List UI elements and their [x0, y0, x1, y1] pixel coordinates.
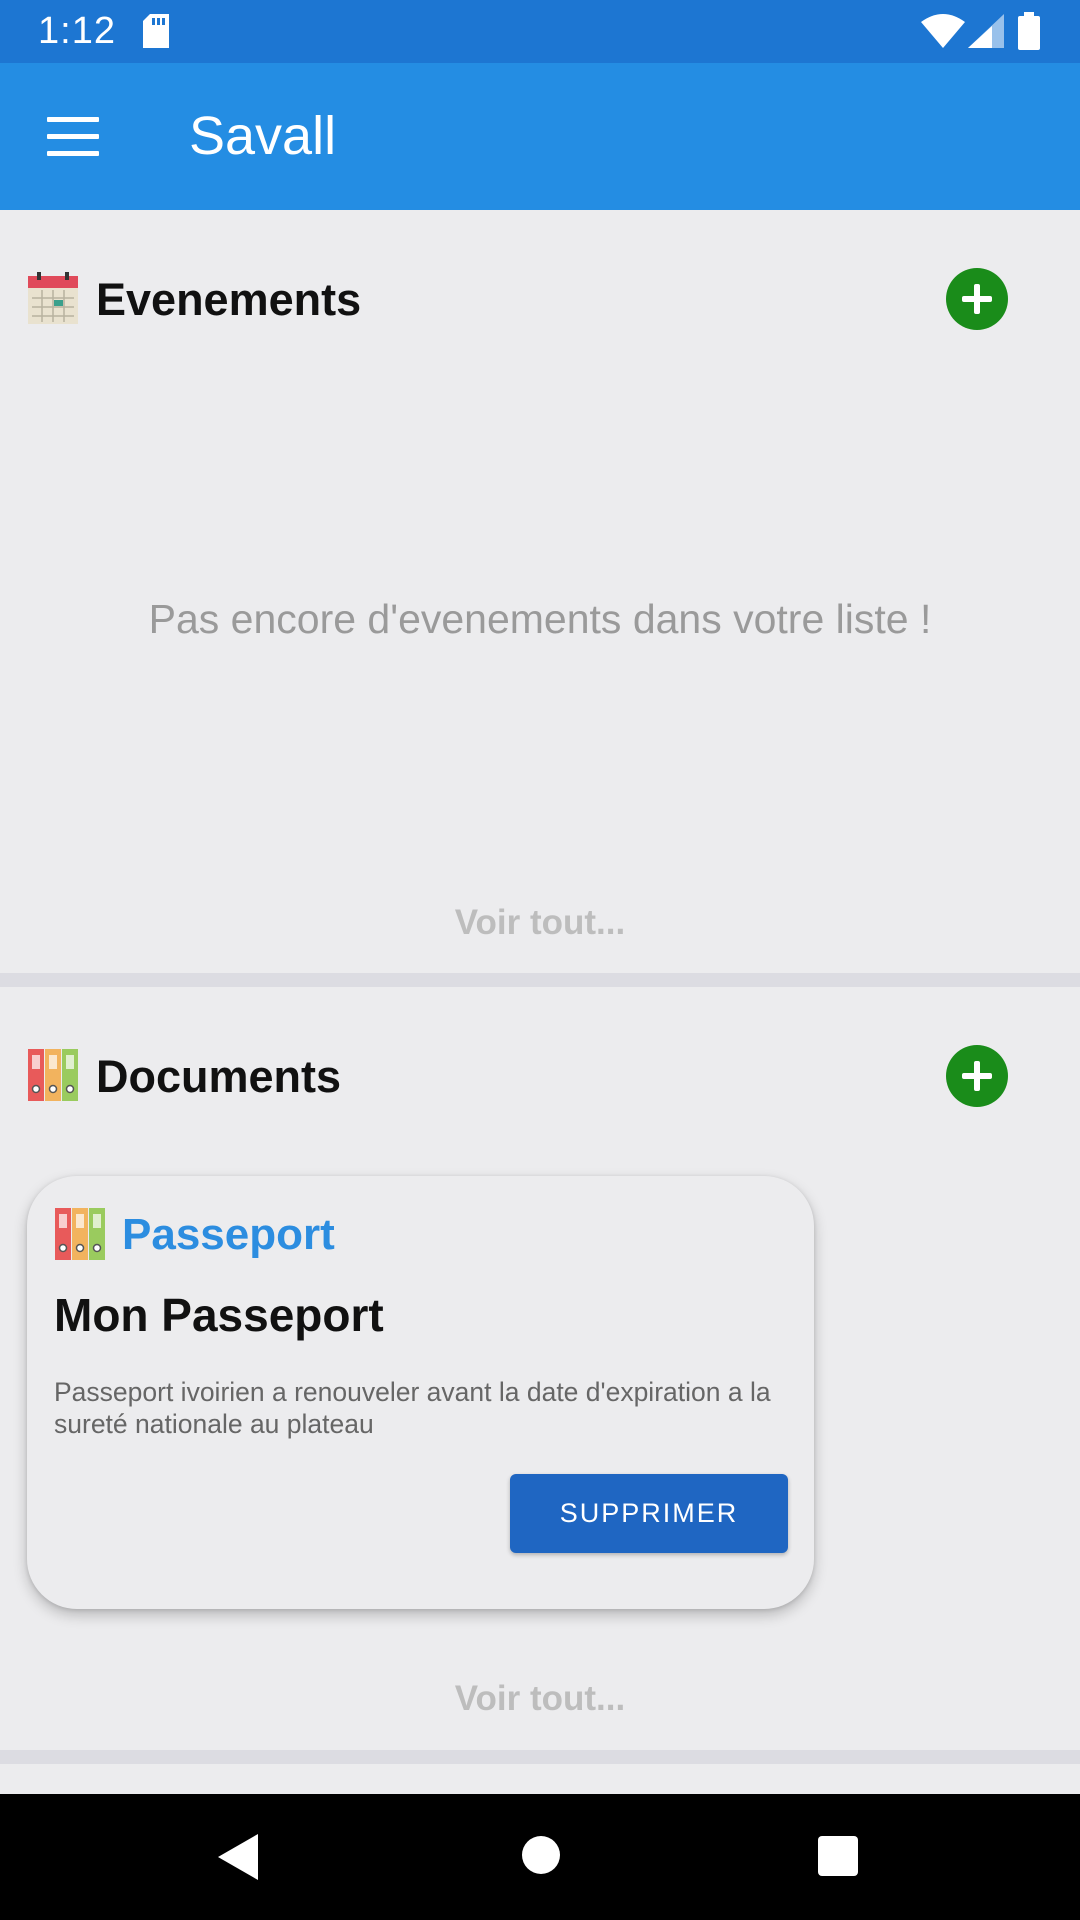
app-bar: Savall [0, 63, 1080, 210]
section-divider [0, 1750, 1080, 1764]
document-card[interactable]: Passeport Mon Passeport Passeport ivoiri… [27, 1176, 814, 1609]
add-document-button[interactable] [946, 1045, 1008, 1107]
navigation-bar [0, 1794, 1080, 1920]
calendar-icon [28, 272, 78, 324]
delete-button[interactable]: SUPPRIMER [510, 1474, 788, 1553]
document-category: Passeport [122, 1210, 335, 1259]
wifi-icon [921, 14, 965, 48]
events-section-title: Evenements [96, 274, 362, 325]
status-time: 1:12 [38, 10, 116, 52]
status-bar: 1:12 [0, 0, 1080, 63]
document-title: Mon Passeport [54, 1289, 384, 1341]
documents-section-title: Documents [96, 1051, 342, 1102]
documents-see-all-link[interactable]: Voir tout... [0, 1679, 1080, 1719]
section-divider [0, 973, 1080, 987]
binders-icon [28, 1049, 78, 1101]
main-content[interactable]: Evenements Pas encore d'evenements dans … [0, 210, 1080, 1794]
documents-section-header: Documents [0, 1033, 1080, 1123]
signal-icon [968, 14, 1004, 48]
back-icon[interactable] [218, 1834, 258, 1880]
sd-card-icon [143, 14, 169, 48]
events-empty-message: Pas encore d'evenements dans votre liste… [148, 596, 932, 642]
app-title: Savall [189, 106, 337, 166]
document-description: Passeport ivoirien a renouveler avant la… [54, 1377, 771, 1439]
events-section-header: Evenements [0, 256, 1080, 346]
recents-icon[interactable] [818, 1836, 858, 1876]
battery-icon [1018, 12, 1040, 50]
home-icon[interactable] [522, 1836, 560, 1874]
menu-icon[interactable] [47, 117, 99, 157]
events-see-all-link[interactable]: Voir tout... [0, 903, 1080, 943]
binders-icon [55, 1208, 105, 1260]
add-event-button[interactable] [946, 268, 1008, 330]
